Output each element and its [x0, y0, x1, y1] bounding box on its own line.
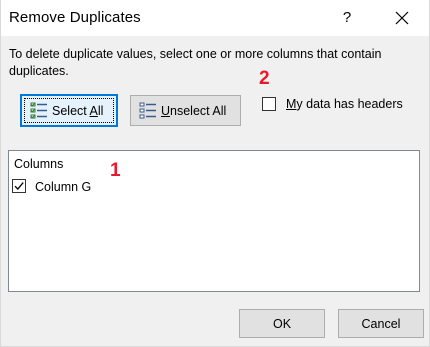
annotation-marker-1: 1 — [110, 160, 121, 181]
select-all-button[interactable]: Select All — [20, 94, 118, 127]
focus-rectangle — [24, 98, 114, 123]
close-button[interactable] — [387, 4, 417, 32]
cancel-button[interactable]: Cancel — [338, 309, 424, 338]
dialog-title: Remove Duplicates — [9, 9, 141, 26]
annotation-marker-2: 2 — [259, 68, 270, 89]
close-icon — [395, 11, 409, 25]
instructions-text: To delete duplicate values, select one o… — [9, 47, 382, 78]
unselect-all-list-icon — [139, 102, 157, 120]
unselect-all-label: Unselect All — [161, 103, 227, 118]
headers-checkbox[interactable] — [262, 97, 276, 111]
columns-list: Columns Column G — [8, 150, 420, 292]
unselect-all-button[interactable]: Unselect All — [130, 95, 241, 126]
checkmark-icon — [14, 182, 24, 190]
remove-duplicates-dialog: Remove Duplicates ? To delete duplicate … — [0, 0, 430, 347]
title-bar: Remove Duplicates ? — [1, 0, 429, 36]
column-g-checkbox[interactable] — [12, 179, 26, 193]
column-g-label[interactable]: Column G — [35, 180, 91, 194]
columns-header: Columns — [14, 157, 64, 171]
headers-checkbox-label[interactable]: My data has headers — [286, 97, 403, 111]
help-button[interactable]: ? — [333, 4, 361, 32]
ok-button[interactable]: OK — [239, 309, 325, 338]
